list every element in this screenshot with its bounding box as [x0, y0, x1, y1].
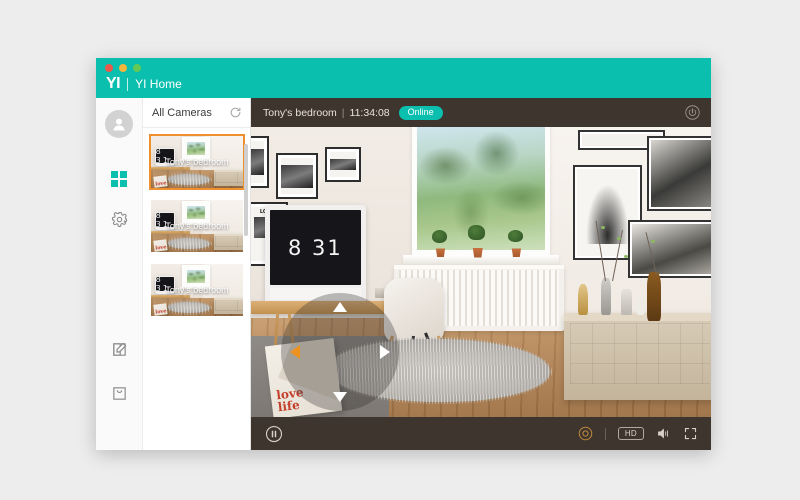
ptz-left-arrow-icon[interactable] [290, 345, 300, 359]
camera-thumbnail-label: Tony's bedroom [165, 157, 229, 167]
screenshot-canvas: YI YI Home All Cameras 8 31 love Tony's … [0, 0, 800, 500]
ptz-up-arrow-icon[interactable] [333, 302, 347, 312]
user-icon [113, 118, 125, 131]
yi-home-window: YI YI Home All Cameras 8 31 love Tony's … [96, 58, 711, 450]
sidebar-item-compose[interactable] [104, 334, 134, 364]
glass-lamp [577, 283, 588, 316]
minimize-button[interactable] [119, 64, 127, 72]
brand-divider [127, 77, 129, 91]
status-badge: Online [398, 105, 443, 120]
silver-vase [600, 277, 611, 316]
leaf-4 [623, 254, 628, 258]
camera-list-scroll: 8 31 love Tony's bedroom 8 31 love Tony'… [143, 128, 250, 450]
sideboard [563, 312, 711, 400]
sidebar-item-store[interactable] [104, 378, 134, 408]
controls-divider [604, 427, 606, 440]
player-controls: HD [251, 417, 711, 450]
fullscreen-button[interactable] [683, 426, 698, 441]
imac-screen: 8 31 [269, 210, 361, 286]
window-titlebar: YI YI Home [96, 58, 711, 98]
camera-thumbnail-1[interactable]: 8 31 love Tony's bedroom [149, 134, 245, 190]
sidebar-item-settings[interactable] [104, 204, 134, 234]
amber-bottle [646, 272, 661, 322]
ptz-down-arrow-icon[interactable] [333, 392, 347, 402]
wall-frame-3 [324, 147, 362, 183]
right-wall-frame-4 [628, 219, 711, 278]
shopping-bag-icon [112, 386, 126, 400]
camera-thumbnail-3[interactable]: 8 31 love Tony's bedroom [149, 262, 245, 318]
player-header: Tony's bedroom | 11:34:08 Online [251, 98, 711, 127]
video-stage[interactable]: LOVE 8 31 [251, 127, 711, 417]
monitor-clock: 8 31 [288, 235, 343, 260]
camera-thumbnail-2[interactable]: 8 31 love Tony's bedroom [149, 198, 245, 254]
leaf-2 [616, 237, 621, 241]
small-candle [637, 298, 645, 316]
sidebar-bottom-group [96, 334, 142, 408]
ptz-control-pad[interactable] [281, 293, 399, 411]
quality-selector[interactable]: HD [617, 427, 644, 440]
ptz-right-arrow-icon[interactable] [380, 345, 390, 359]
avatar[interactable] [105, 110, 133, 138]
camera-list-title: All Cameras [152, 106, 212, 119]
player-timestamp: 11:34:08 [349, 106, 390, 119]
window-body: All Cameras 8 31 love Tony's bedroom 8 3… [96, 98, 711, 450]
close-button[interactable] [105, 64, 113, 72]
sidebar-item-cameras[interactable] [104, 164, 134, 194]
player-camera-name: Tony's bedroom [263, 106, 337, 119]
grid-icon [111, 171, 127, 187]
edit-square-icon [112, 342, 126, 356]
yi-logo: YI [106, 75, 121, 92]
imac-monitor: 8 31 [264, 205, 366, 304]
gear-icon [111, 211, 127, 227]
record-button[interactable] [578, 426, 593, 441]
camera-thumbnail-label: Tony's bedroom [165, 285, 229, 295]
app-brand: YI YI Home [106, 76, 182, 92]
camera-thumbnail-label: Tony's bedroom [165, 221, 229, 231]
traffic-lights [105, 64, 141, 72]
player-separator: | [341, 106, 345, 119]
app-title: YI Home [135, 77, 182, 91]
leaf-1 [600, 225, 605, 229]
refresh-icon[interactable] [229, 106, 242, 119]
wall-frame-1 [251, 135, 270, 188]
desk-cup [375, 287, 385, 298]
camera-list-panel: All Cameras 8 31 love Tony's bedroom 8 3… [143, 98, 251, 450]
player-controls-right: HD [578, 426, 698, 441]
power-icon[interactable] [684, 104, 701, 121]
video-player-panel: Tony's bedroom | 11:34:08 Online 8 31 lo… [251, 98, 711, 450]
pause-button[interactable] [265, 425, 283, 443]
camera-list-scrollbar[interactable] [244, 144, 248, 236]
ceramic-jug [621, 289, 633, 316]
sidebar-rail [96, 98, 143, 450]
speaker-button[interactable] [656, 426, 671, 441]
right-wall-frame-2 [646, 135, 711, 212]
wall-frame-2 [276, 153, 318, 200]
zoom-button[interactable] [133, 64, 141, 72]
camera-list-header: All Cameras [143, 98, 250, 128]
